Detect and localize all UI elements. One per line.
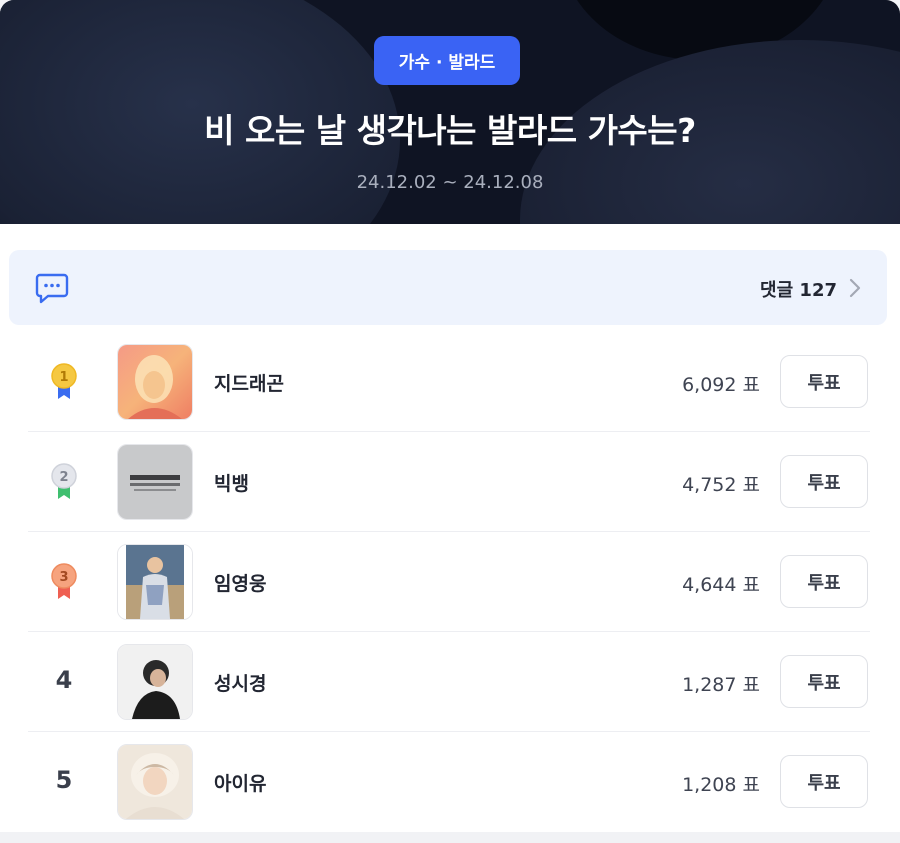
vote-button[interactable]: 투표: [780, 555, 868, 608]
rank-number: 5: [55, 766, 73, 794]
category-badge: 가수 · 발라드: [374, 36, 520, 85]
artist-thumbnail: [117, 544, 193, 620]
vote-count: 1,287 표: [682, 674, 760, 696]
vote-button[interactable]: 투표: [780, 355, 868, 408]
artist-thumbnail: [117, 744, 193, 820]
rank-number: 2: [59, 470, 68, 485]
vote-count: 1,208 표: [682, 774, 760, 796]
artist-name: 성시경: [214, 673, 267, 695]
ranking-row: 2 빅뱅 4,752 표 투표: [28, 432, 870, 532]
ranking-row: 5 아이유 1,208 표 투표: [28, 732, 870, 832]
artist-thumbnail: [117, 344, 193, 420]
page-title: 비 오는 날 생각나는 발라드 가수는?: [204, 111, 696, 150]
chat-icon: [35, 273, 69, 304]
artist-thumbnail: [117, 644, 193, 720]
vote-button[interactable]: 투표: [780, 655, 868, 708]
vote-card: 가수 · 발라드 비 오는 날 생각나는 발라드 가수는? 24.12.02 ~…: [0, 0, 900, 843]
silver-medal-icon: 2: [51, 463, 77, 499]
artist-thumbnail: [117, 444, 193, 520]
rank-number: 1: [59, 370, 68, 385]
ranking-row: 1 지드래곤 6,092 표 투표: [28, 332, 870, 432]
vote-count: 6,092 표: [682, 374, 760, 396]
vote-period: 24.12.02 ~ 24.12.08: [356, 172, 544, 193]
header-banner: 가수 · 발라드 비 오는 날 생각나는 발라드 가수는? 24.12.02 ~…: [0, 0, 900, 224]
chevron-right-icon: [849, 278, 861, 298]
rank-number: 3: [59, 570, 68, 585]
vote-button[interactable]: 투표: [780, 755, 868, 808]
bronze-medal-icon: 3: [51, 563, 77, 599]
vote-count: 4,644 표: [682, 574, 760, 596]
vote-count: 4,752 표: [682, 474, 760, 496]
artist-name: 지드래곤: [214, 373, 284, 395]
comments-count: 댓글 127: [760, 280, 837, 301]
ranking-row: 3 임영웅 4,644 표 투표: [28, 532, 870, 632]
comments-button[interactable]: 댓글 127: [9, 250, 887, 325]
gold-medal-icon: 1: [51, 363, 77, 399]
artist-name: 임영웅: [214, 573, 267, 595]
rank-number: 4: [55, 666, 73, 694]
ranking-row: 4 성시경 1,287 표 투표: [28, 632, 870, 732]
artist-name: 빅뱅: [214, 473, 249, 495]
artist-name: 아이유: [214, 773, 267, 795]
vote-button[interactable]: 투표: [780, 455, 868, 508]
